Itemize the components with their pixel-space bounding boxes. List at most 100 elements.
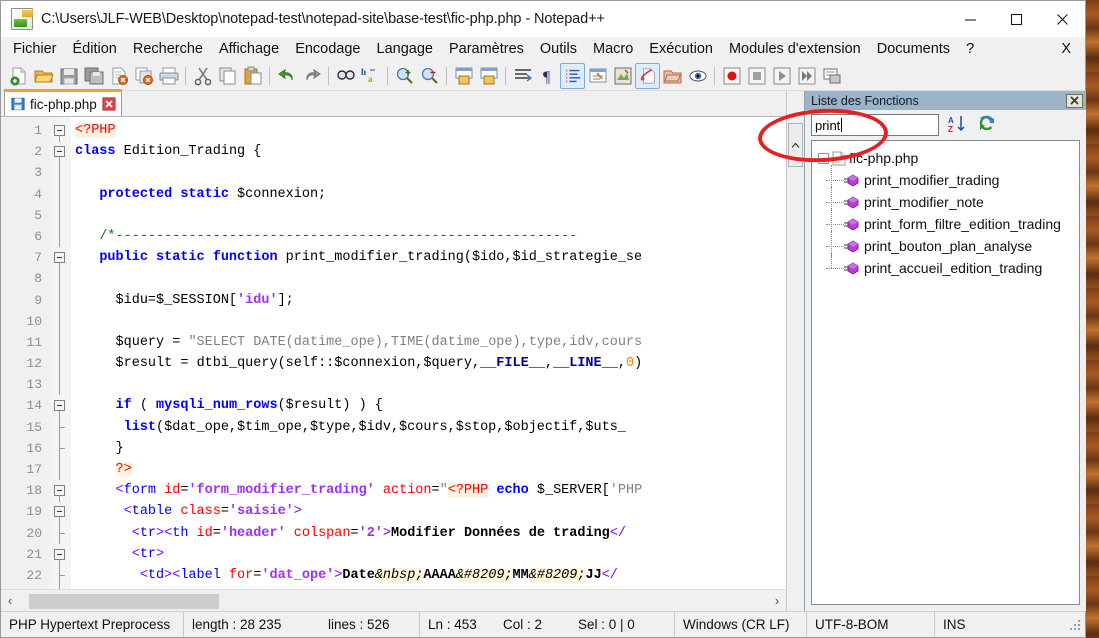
function-icon: [844, 239, 859, 253]
toolbar-separator: [505, 66, 506, 85]
code-folding-margin[interactable]: [49, 117, 71, 608]
menu-macro[interactable]: Macro: [585, 37, 641, 61]
menu-langage[interactable]: Langage: [369, 37, 441, 61]
function-name: print_bouton_plan_analyse: [864, 238, 1033, 254]
tree-collapse-toggle[interactable]: [818, 152, 829, 164]
tree-root-file[interactable]: fic-php.php: [812, 147, 1079, 169]
new-file-icon[interactable]: [6, 63, 31, 89]
fold-marker[interactable]: [49, 480, 71, 503]
code-line: class Edition_Trading {: [75, 144, 262, 160]
maximize-button[interactable]: [993, 1, 1039, 37]
function-list-icon[interactable]: [635, 62, 660, 89]
close-document-button[interactable]: X: [1061, 41, 1085, 57]
svg-text:A: A: [948, 116, 954, 125]
zoom-in-icon[interactable]: [392, 63, 417, 89]
tab-fic-php-php[interactable]: fic-php.php: [4, 89, 122, 116]
list-item[interactable]: print_accueil_edition_trading: [812, 253, 1079, 279]
menu-help[interactable]: ?: [958, 37, 982, 61]
close-file-icon[interactable]: [106, 63, 131, 89]
sync-vertical-icon[interactable]: [451, 63, 476, 89]
word-wrap-icon[interactable]: [510, 63, 535, 89]
indent-guide-icon[interactable]: [560, 62, 585, 89]
line-number: 6: [34, 228, 42, 244]
close-button[interactable]: [1039, 1, 1085, 37]
fold-marker[interactable]: [49, 501, 71, 524]
zoom-out-icon[interactable]: [417, 63, 442, 89]
status-eol[interactable]: Windows (CR LF): [675, 612, 807, 637]
save-icon[interactable]: [56, 63, 81, 89]
scroll-right-arrow[interactable]: ›: [768, 593, 786, 608]
close-all-icon[interactable]: [131, 63, 156, 89]
sync-horizontal-icon[interactable]: [476, 63, 501, 89]
function-name: print_form_filtre_edition_trading: [864, 216, 1061, 232]
function-name: print_accueil_edition_trading: [864, 260, 1043, 276]
horizontal-scrollbar[interactable]: ‹ ›: [1, 589, 786, 611]
redo-icon[interactable]: [299, 63, 324, 89]
close-panel-button[interactable]: [1066, 93, 1083, 108]
menu-modules-extension[interactable]: Modules d'extension: [721, 37, 869, 61]
list-item[interactable]: print_bouton_plan_analyse: [812, 231, 1079, 257]
fold-marker[interactable]: [49, 141, 71, 164]
status-insert-mode[interactable]: INS: [935, 612, 983, 637]
paste-icon[interactable]: [240, 63, 265, 89]
scroll-left-arrow[interactable]: ‹: [1, 593, 19, 608]
menu-encodage[interactable]: Encodage: [287, 37, 368, 61]
copy-icon[interactable]: [215, 63, 240, 89]
print-icon[interactable]: [156, 63, 181, 89]
menu-documents[interactable]: Documents: [869, 37, 958, 61]
code-text-area[interactable]: <?PHP class Edition_Trading { protected s…: [71, 117, 786, 589]
stop-recording-icon[interactable]: [744, 63, 769, 89]
status-language[interactable]: PHP Hypertext Preprocess: [1, 612, 184, 637]
record-macro-icon[interactable]: [719, 63, 744, 89]
cut-icon[interactable]: [190, 63, 215, 89]
list-item[interactable]: print_modifier_trading: [812, 165, 1079, 191]
hscroll-thumb[interactable]: [29, 593, 219, 609]
resize-grip[interactable]: [1068, 618, 1082, 632]
status-lines: lines : 526: [320, 612, 420, 637]
show-document-map-icon[interactable]: [610, 63, 635, 89]
menu-outils[interactable]: Outils: [532, 37, 585, 61]
monitoring-icon[interactable]: [685, 63, 710, 89]
status-encoding[interactable]: UTF-8-BOM: [807, 612, 935, 637]
hscroll-track[interactable]: [19, 592, 768, 609]
show-all-characters-icon[interactable]: ¶: [535, 63, 560, 89]
folder-as-workspace-icon[interactable]: [660, 63, 685, 89]
replace-icon[interactable]: ha: [358, 63, 383, 89]
fold-marker[interactable]: [49, 544, 71, 566]
fold-marker[interactable]: [49, 120, 71, 142]
fold-marker[interactable]: [49, 395, 71, 418]
menu-affichage[interactable]: Affichage: [211, 37, 287, 61]
list-item[interactable]: print_form_filtre_edition_trading: [812, 209, 1079, 235]
search-input[interactable]: print: [811, 114, 939, 136]
code-editor[interactable]: 1234567891011121314151617181920212223 <?…: [1, 117, 786, 608]
save-all-icon[interactable]: [81, 63, 106, 89]
fold-marker: [49, 374, 71, 396]
function-icon: [844, 173, 859, 187]
document-icon: [832, 151, 846, 165]
chevron-up-icon[interactable]: [788, 123, 803, 167]
menu-fichier[interactable]: Fichier: [5, 37, 65, 61]
fold-marker: [49, 204, 71, 226]
open-folder-icon[interactable]: [31, 63, 56, 89]
function-list-tree[interactable]: fic-php.php print_modifier_trading print_…: [811, 140, 1080, 605]
menu-parametres[interactable]: Paramètres: [441, 37, 532, 61]
notepad-plus-plus-window: C:\Users\JLF-WEB\Desktop\notepad-test\no…: [0, 0, 1086, 638]
menu-edition[interactable]: Édition: [65, 37, 125, 61]
user-defined-dialog-icon[interactable]: [585, 63, 610, 89]
run-icon[interactable]: [819, 63, 844, 89]
sort-az-icon[interactable]: A Z: [947, 114, 969, 136]
menu-recherche[interactable]: Recherche: [125, 37, 211, 61]
function-list-title: Liste des Fonctions: [811, 93, 919, 108]
menu-execution[interactable]: Exécution: [641, 37, 721, 61]
minimize-button[interactable]: [947, 1, 993, 37]
fold-marker[interactable]: [49, 247, 71, 270]
find-icon[interactable]: [333, 63, 358, 89]
play-macro-icon[interactable]: [769, 63, 794, 89]
undo-icon[interactable]: [274, 63, 299, 89]
list-item[interactable]: print_modifier_note: [812, 187, 1079, 213]
reload-icon[interactable]: [977, 114, 999, 136]
close-tab-icon[interactable]: [102, 97, 116, 111]
search-input-value: print: [815, 117, 841, 133]
fold-marker: [49, 225, 71, 248]
run-macro-multiple-icon[interactable]: [794, 63, 819, 89]
